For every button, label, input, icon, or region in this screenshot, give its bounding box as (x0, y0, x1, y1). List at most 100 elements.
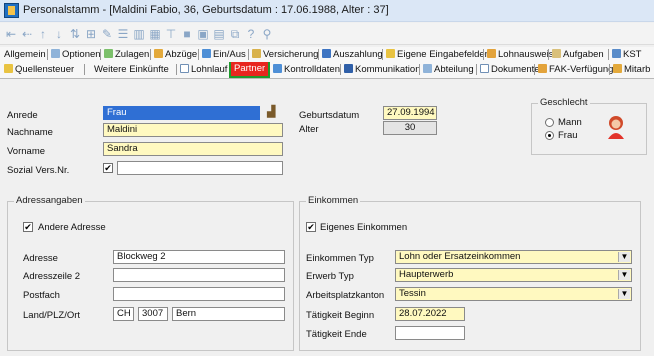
tab-versicherung[interactable]: Versicherung (252, 48, 318, 62)
taetigkeit-beginn-field[interactable]: 28.07.2022 (395, 307, 465, 321)
search-icon[interactable]: ⚲ (260, 27, 274, 41)
tab-optionen[interactable]: Optionen (51, 48, 101, 62)
einkommen-typ-label: Einkommen Typ (306, 253, 374, 264)
tab-fak-verfuegung[interactable]: FAK-Verfügung (538, 63, 613, 77)
geschlecht-group (531, 103, 647, 155)
einkommen-title: Einkommen (306, 195, 361, 206)
adressangaben-title: Adressangaben (14, 195, 85, 206)
alter-field: 30 (383, 121, 437, 135)
tab-abzuege[interactable]: Abzüge (154, 48, 197, 62)
aufgaben-icon (552, 49, 561, 58)
radio-mann[interactable] (545, 118, 554, 127)
copy-icon[interactable]: ⧉ (228, 27, 242, 41)
tab-kst[interactable]: KST (612, 48, 641, 62)
dokumente-icon (480, 64, 489, 73)
window-title: Personalstamm - [Maldini Fabio, 36, Gebu… (23, 4, 389, 16)
mann-label: Mann (558, 117, 582, 128)
geburtsdatum-label: Geburtsdatum (299, 110, 360, 121)
land-field[interactable]: CH (113, 307, 134, 321)
tab-allgemein[interactable]: Allgemein (4, 48, 46, 62)
alter-label: Alter (299, 124, 319, 135)
help-icon[interactable]: ? (244, 27, 258, 41)
zulagen-icon (104, 49, 113, 58)
taetigkeit-beginn-label: Tätigkeit Beginn (306, 310, 375, 321)
eigenes-einkommen-checkbox[interactable]: ✔ (306, 222, 316, 232)
adresse-label: Adresse (23, 253, 58, 264)
tree-icon[interactable]: ⊤ (164, 27, 178, 41)
tab-row-2: Quellensteuer Weitere Einkünfte Lohnlauf… (0, 62, 654, 79)
down-icon[interactable]: ↓ (52, 27, 66, 41)
auszahlung-icon (322, 49, 331, 58)
kst-icon (612, 49, 621, 58)
filter-icon[interactable]: ⊞ (84, 27, 98, 41)
adresse-field[interactable]: Blockweg 2 (113, 250, 285, 264)
edit-icon[interactable]: ✎ (100, 27, 114, 41)
postfach-label: Postfach (23, 290, 60, 301)
andere-adresse-checkbox[interactable]: ✔ (23, 222, 33, 232)
sozial-vers-checkbox[interactable]: ✔ (103, 163, 113, 173)
plz-field[interactable]: 3007 (138, 307, 168, 321)
postfach-field[interactable] (113, 287, 285, 301)
taetigkeit-ende-field[interactable] (395, 326, 465, 340)
tab-eigene-eingabefelder[interactable]: Eigene Eingabefelder (386, 48, 488, 62)
print-icon[interactable]: ▤ (212, 27, 226, 41)
eigenes-einkommen-label: Eigenes Einkommen (320, 222, 408, 233)
radio-frau[interactable] (545, 131, 554, 140)
versicherung-icon (252, 49, 261, 58)
ort-field[interactable]: Bern (172, 307, 285, 321)
book-icon[interactable]: ■ (180, 27, 194, 41)
first-record-icon[interactable]: ⇤ (4, 27, 18, 41)
sozial-vers-field[interactable] (117, 161, 283, 175)
tab-zulagen[interactable]: Zulagen (104, 48, 149, 62)
frau-label: Frau (558, 130, 578, 141)
options-icon (51, 49, 60, 58)
kontrolldaten-icon (273, 64, 282, 73)
abteilung-icon (423, 64, 432, 73)
einkommen-typ-select[interactable]: Lohn oder Ersatzeinkommen (395, 250, 632, 264)
tab-lohnlauf[interactable]: Lohnlauf (180, 63, 227, 77)
ein-aus-icon (202, 49, 211, 58)
abzuege-icon (154, 49, 163, 58)
tab-mitarb[interactable]: Mitarb (613, 63, 650, 77)
tab-abteilung[interactable]: Abteilung (423, 63, 474, 77)
tab-dokumente[interactable]: Dokumente (480, 63, 540, 77)
vorname-label: Vorname (7, 146, 46, 157)
tab-aufgaben[interactable]: Aufgaben (552, 48, 604, 62)
geburtsdatum-field[interactable]: 27.09.1994 (383, 106, 437, 120)
tab-kontrolldaten[interactable]: Kontrolldaten (273, 63, 340, 77)
tab-auszahlung[interactable]: Auszahlung (322, 48, 383, 62)
erwerb-typ-select[interactable]: Haupterwerb (395, 268, 632, 282)
lohnlauf-icon (180, 64, 189, 73)
tab-lohnausweis[interactable]: Lohnausweis (487, 48, 553, 62)
andere-adresse-label: Andere Adresse (38, 222, 106, 233)
tab-weitere-einkuenfte[interactable]: Weitere Einkünfte (94, 63, 169, 77)
anrede-field[interactable]: Frau (103, 106, 260, 120)
tab-partner[interactable]: Partner (228, 62, 271, 78)
adresszeile2-label: Adresszeile 2 (23, 271, 81, 282)
grid-icon[interactable]: ▦ (148, 27, 162, 41)
tab-ein-aus[interactable]: Ein/Aus (202, 48, 246, 62)
quellensteuer-icon (4, 64, 13, 73)
sort-icon[interactable]: ⇅ (68, 27, 82, 41)
vorname-field[interactable]: Sandra (103, 142, 283, 156)
up-icon[interactable]: ↑ (36, 27, 50, 41)
save-icon[interactable]: ▣ (196, 27, 210, 41)
taetigkeit-ende-label: Tätigkeit Ende (306, 329, 367, 340)
nachname-label: Nachname (7, 127, 53, 138)
columns-icon[interactable]: ▥ (132, 27, 146, 41)
sozial-vers-label: Sozial Vers.Nr. (7, 165, 70, 176)
eingabefelder-icon (386, 49, 395, 58)
lohnausweis-icon (487, 49, 496, 58)
mitarb-icon (613, 64, 622, 73)
geschlecht-title: Geschlecht (538, 97, 590, 108)
arbeitsplatzkanton-label: Arbeitsplatzkanton (306, 290, 385, 301)
list-icon[interactable]: ☰ (116, 27, 130, 41)
prev-record-icon[interactable]: ⇠ (20, 27, 34, 41)
lookup-icon[interactable]: ▟ (267, 106, 279, 118)
tab-quellensteuer[interactable]: Quellensteuer (4, 63, 74, 77)
adresszeile2-field[interactable] (113, 268, 285, 282)
nachname-field[interactable]: Maldini (103, 123, 283, 137)
arbeitsplatzkanton-select[interactable]: Tessin (395, 287, 632, 301)
tab-kommunikation[interactable]: Kommunikation (344, 63, 420, 77)
female-avatar-icon (608, 116, 624, 139)
